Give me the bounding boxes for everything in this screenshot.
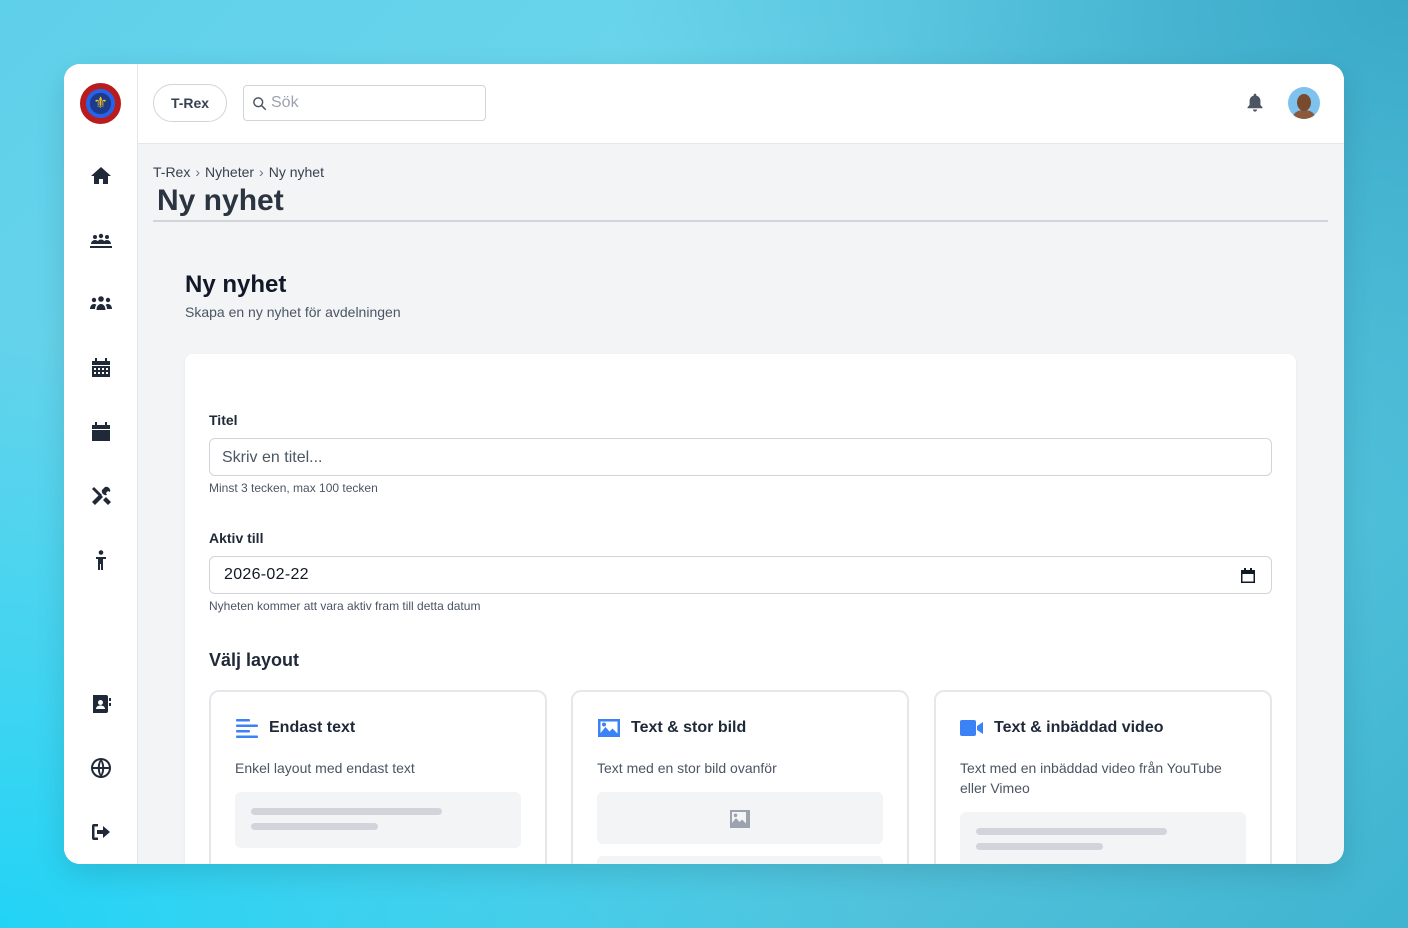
avatar-shoulders [1293, 110, 1315, 119]
active-until-label: Aktiv till [209, 530, 264, 546]
layout-preview [960, 812, 1246, 864]
organization-switcher[interactable]: T-Rex [153, 84, 227, 122]
app-window: ⚜ T-Rex Sök T-Rex › Nyheter › Ny nyhet N… [64, 64, 1344, 864]
title-divider [153, 220, 1328, 222]
preview-text-line [976, 843, 1103, 850]
troop-icon[interactable] [88, 227, 114, 253]
breadcrumb-item-org[interactable]: T-Rex [153, 164, 190, 180]
breadcrumb-item-current: Ny nyhet [268, 164, 324, 180]
avatar-face [1297, 94, 1311, 111]
layout-option-text-embedded-video[interactable]: Text & inbäddad video Text med en inbädd… [934, 690, 1272, 864]
image-icon [597, 716, 621, 740]
layout-heading: Välj layout [209, 650, 300, 670]
title-input[interactable] [222, 447, 1202, 469]
preview-text-line [251, 808, 442, 815]
breadcrumb-item-news[interactable]: Nyheter [205, 164, 254, 180]
news-form-card: Titel Minst 3 tecken, max 100 tecken Akt… [185, 354, 1296, 864]
layout-option-title: Text & inbäddad video [994, 719, 1164, 736]
section-subtitle: Skapa en ny nyhet för avdelningen [185, 304, 401, 320]
child-icon[interactable] [88, 547, 114, 573]
logo-symbol: ⚜ [93, 95, 108, 112]
calendar-picker-icon[interactable] [1241, 568, 1255, 583]
search-icon [253, 97, 267, 111]
text-lines-icon [235, 716, 259, 740]
contacts-icon[interactable] [88, 691, 114, 717]
active-until-field[interactable]: 2026-02-22 [209, 556, 1272, 594]
title-label: Titel [209, 412, 238, 428]
notifications-bell-icon[interactable] [1245, 91, 1265, 113]
active-until-value: 2026-02-22 [224, 566, 309, 583]
section-title: Ny nyhet [185, 271, 287, 298]
layout-option-title: Text & stor bild [631, 719, 747, 736]
image-placeholder-icon [730, 810, 750, 828]
top-bar: T-Rex [138, 64, 1344, 144]
preview-text-line [976, 828, 1167, 835]
breadcrumb: T-Rex › Nyheter › Ny nyhet [153, 164, 324, 180]
video-icon [960, 716, 984, 740]
breadcrumb-separator-icon: › [259, 164, 264, 180]
layout-option-text-large-image[interactable]: Text & stor bild Text med en stor bild o… [571, 690, 909, 864]
layout-preview-image [597, 792, 883, 844]
home-icon[interactable] [88, 163, 114, 189]
sidebar: ⚜ [64, 64, 138, 864]
layout-option-title: Endast text [269, 719, 356, 736]
breadcrumb-separator-icon: › [195, 164, 201, 180]
active-until-hint: Nyheten kommer att vara aktiv fram till … [209, 599, 481, 613]
layout-preview-text [597, 856, 883, 864]
search-input[interactable] [271, 92, 471, 114]
layout-preview [235, 792, 521, 848]
layout-option-description: Text med en inbäddad video från YouTube … [960, 760, 1222, 796]
tools-icon[interactable] [88, 483, 114, 509]
user-avatar[interactable] [1288, 87, 1320, 119]
title-hint: Minst 3 tecken, max 100 tecken [209, 481, 378, 495]
organization-logo[interactable]: ⚜ [80, 83, 121, 124]
calendar-grid-icon[interactable] [88, 355, 114, 381]
layout-option-description: Text med en stor bild ovanför [597, 760, 777, 776]
members-icon[interactable] [88, 291, 114, 317]
title-field[interactable] [209, 438, 1272, 476]
page-title: Ny nyhet [157, 184, 284, 217]
logout-icon[interactable] [88, 819, 114, 845]
preview-text-line [251, 823, 378, 830]
calendar-icon[interactable] [88, 419, 114, 445]
globe-icon[interactable] [88, 755, 114, 781]
layout-option-text-only[interactable]: Endast text Enkel layout med endast text [209, 690, 547, 864]
search-box[interactable] [243, 85, 486, 121]
layout-option-description: Enkel layout med endast text [235, 760, 415, 776]
